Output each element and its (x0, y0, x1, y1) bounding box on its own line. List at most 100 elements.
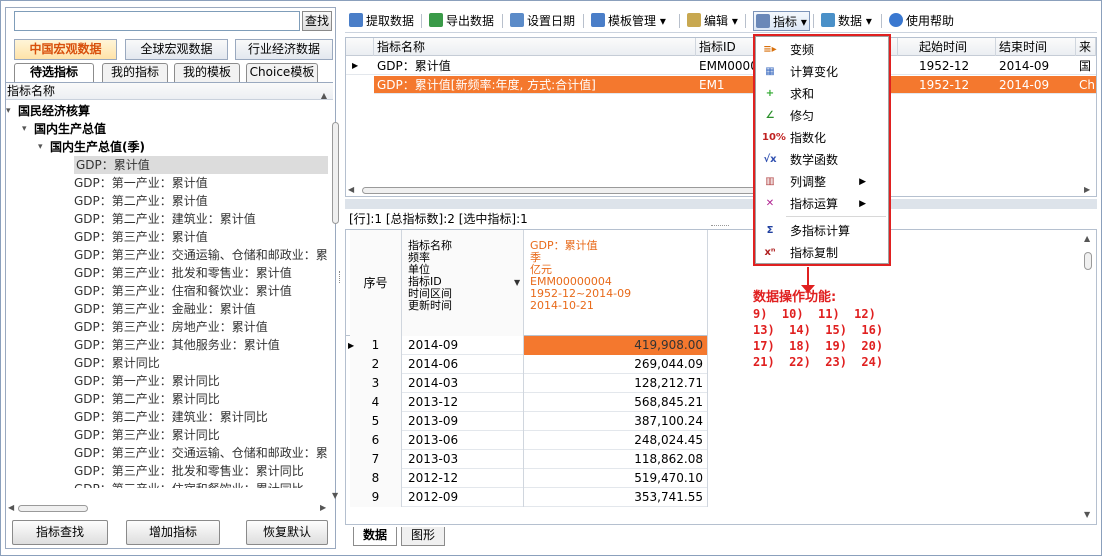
col-sequence[interactable]: 序号 (350, 230, 402, 336)
tree-leaf-node[interactable]: GDP：第三产业：住宿和餐饮业：累计同比 (74, 480, 304, 488)
edit-button[interactable]: 编辑 ▾ (687, 11, 738, 31)
scroll-right-icon[interactable]: ▶ (320, 503, 326, 512)
template-manage-button[interactable]: 模板管理 ▾ (591, 11, 666, 31)
expand-toggle-icon[interactable]: ▾ (22, 124, 27, 134)
scroll-down-icon[interactable]: ▼ (1084, 510, 1090, 519)
table-row[interactable]: 9 2012-09 353,741.55 (350, 488, 708, 507)
table-row[interactable]: 6 2013-06 248,024.45 (350, 431, 708, 450)
cell-value[interactable]: 387,100.24 (524, 412, 708, 431)
tab-industry-economy[interactable]: 行业经济数据 (235, 39, 333, 60)
set-date-button[interactable]: 设置日期 (510, 11, 575, 31)
expand-toggle-icon[interactable]: ▾ (38, 142, 43, 152)
panel-splitter[interactable] (339, 271, 342, 283)
table-row[interactable]: 7 2013-03 118,862.08 (350, 450, 708, 469)
tree-leaf-node[interactable]: GDP：第三产业：交通运输、仓储和邮政业：累 (74, 246, 328, 264)
tab-china-macro[interactable]: 中国宏观数据 (14, 39, 117, 60)
menu-item[interactable]: ∠ 修匀 (756, 105, 888, 127)
tree-vertical-scrollbar[interactable]: ▼ (331, 100, 340, 500)
search-input[interactable] (14, 11, 300, 31)
menu-item[interactable]: ▥ 列调整 ▶ (756, 171, 888, 193)
menu-item[interactable]: Σ 多指标计算 (756, 220, 888, 242)
tree-leaf-node[interactable]: GDP：第一产业：累计同比 (74, 372, 220, 390)
tree-leaf-node[interactable]: GDP：第三产业：批发和零售业：累计同比 (74, 462, 304, 480)
cell-value[interactable]: 519,470.10 (524, 469, 708, 488)
tree-leaf-node[interactable]: GDP：第三产业：其他服务业：累计值 (74, 336, 280, 354)
header-values[interactable]: GDP：累计值季亿元 EMM00000004 1952-12~2014-09 2014… (524, 230, 708, 336)
menu-item[interactable]: + 求和 (756, 83, 888, 105)
tree-leaf-node[interactable]: GDP：第二产业：累计值 (74, 192, 208, 210)
scroll-left-icon[interactable]: ◀ (348, 185, 354, 194)
scroll-down-icon[interactable]: ▼ (332, 491, 338, 500)
restore-default-button[interactable]: 恢复默认 (246, 520, 328, 545)
col-source[interactable]: 来 (1076, 38, 1096, 56)
table-row[interactable]: 8 2012-12 519,470.10 (350, 469, 708, 488)
menu-item[interactable]: 10% 指数化 (756, 127, 888, 149)
table-row-selected[interactable]: GDP：累计值[新频率:年度, 方式:合计值] EM1 元 1952-12 20… (374, 76, 1096, 94)
table-row[interactable]: 5 2013-09 387,100.24 (350, 412, 708, 431)
cell-value[interactable]: 118,862.08 (524, 450, 708, 469)
annotation-line: 9) 10) 11) 12) (753, 307, 876, 321)
table-row[interactable]: ▶ GDP：累计值 EMM0000 元 1952-12 2014-09 国 (346, 57, 1096, 75)
tree-leaf-node[interactable]: GDP：第三产业：交通运输、仓储和邮政业：累 (74, 444, 328, 462)
data-menu-button[interactable]: 数据 ▾ (821, 11, 872, 31)
expand-toggle-icon[interactable]: ▾ (6, 106, 11, 116)
scrollbar-thumb[interactable] (1084, 252, 1092, 270)
cell-value[interactable]: 568,845.21 (524, 393, 708, 412)
tree-leaf-node[interactable]: GDP：第三产业：金融业：累计值 (74, 300, 256, 318)
tree-leaf-node[interactable]: GDP：第三产业：批发和零售业：累计值 (74, 264, 292, 282)
table-row[interactable]: 1 2014-09 419,908.00 ▶ (348, 336, 708, 355)
tree-leaf-node[interactable]: GDP：第一产业：累计值 (74, 174, 208, 192)
search-button[interactable]: 查找 (302, 11, 332, 31)
table-row[interactable]: 3 2014-03 128,212.71 (350, 374, 708, 393)
cell-value[interactable]: 419,908.00 (524, 336, 708, 355)
tree-leaf-node[interactable]: GDP：累计值 (74, 156, 328, 174)
menu-item[interactable]: √x 数学函数 (756, 149, 888, 171)
table-row[interactable]: 4 2013-12 568,845.21 (350, 393, 708, 412)
col-end-time[interactable]: 结束时间 (996, 38, 1076, 56)
tab-my-templates[interactable]: 我的模板 (174, 63, 240, 82)
tree-leaf-node[interactable]: GDP：第三产业：住宿和餐饮业：累计值 (74, 282, 292, 300)
col-indicator-name[interactable]: 指标名称 (374, 38, 696, 56)
cell-value[interactable]: 128,212.71 (524, 374, 708, 393)
tree-leaf-node[interactable]: GDP：第三产业：累计值 (74, 228, 208, 246)
find-indicator-button[interactable]: 指标查找 (12, 520, 108, 545)
menu-item[interactable]: xⁿ 指标复制 (756, 242, 888, 264)
scroll-up-icon[interactable]: ▲ (1084, 234, 1090, 243)
menu-item[interactable]: ≡▸ 变频 (756, 39, 888, 61)
indicator-menu-button[interactable]: 指标 ▾ (753, 11, 810, 31)
tab-my-indicators[interactable]: 我的指标 (102, 63, 168, 82)
tree-group-node[interactable]: 国内生产总值 (34, 120, 106, 138)
export-data-button[interactable]: 导出数据 (429, 11, 494, 31)
table-row[interactable]: 2 2014-06 269,044.09 (350, 355, 708, 374)
tree-horizontal-scrollbar[interactable]: ◀ ▶ (8, 502, 332, 514)
tab-chart[interactable]: 图形 (401, 527, 445, 546)
tree-leaf-node[interactable]: GDP：第二产业：建筑业：累计值 (74, 210, 256, 228)
menu-item[interactable]: ▦ 计算变化 (756, 61, 888, 83)
tab-candidate-indicators[interactable]: 待选指标 (14, 63, 94, 83)
add-indicator-button[interactable]: 增加指标 (126, 520, 220, 545)
cell-value[interactable]: 269,044.09 (524, 355, 708, 374)
tree-leaf-node[interactable]: GDP：第二产业：建筑业：累计同比 (74, 408, 268, 426)
tree-leaf-node[interactable]: GDP：第二产业：累计同比 (74, 390, 220, 408)
tab-data[interactable]: 数据 (353, 527, 397, 546)
help-button[interactable]: 使用帮助 (889, 11, 954, 31)
dropdown-arrow-icon[interactable]: ▼ (514, 278, 520, 287)
col-start-time[interactable]: 起始时间 (916, 38, 996, 56)
scrollbar-thumb[interactable] (18, 505, 88, 512)
scroll-right-icon[interactable]: ▶ (1084, 185, 1090, 194)
tree-leaf-node[interactable]: GDP：累计同比 (74, 354, 160, 372)
extract-data-button[interactable]: 提取数据 (349, 11, 414, 31)
tab-global-macro[interactable]: 全球宏观数据 (125, 39, 228, 60)
scrollbar-thumb[interactable] (332, 122, 339, 224)
tree-group-node[interactable]: 国民经济核算 (18, 102, 90, 120)
menu-item[interactable]: ✕ 指标运算 ▶ (756, 193, 888, 215)
cell-value[interactable]: 353,741.55 (524, 488, 708, 507)
scroll-left-icon[interactable]: ◀ (8, 503, 14, 512)
tree-group-node[interactable]: 国内生产总值(季) (50, 138, 145, 156)
cell-value[interactable]: 248,024.45 (524, 431, 708, 450)
tab-choice-templates[interactable]: Choice模板 (246, 63, 318, 82)
grid-horizontal-scrollbar[interactable]: ◀ ▶ (348, 185, 1090, 196)
tree-leaf-node[interactable]: GDP：第三产业：房地产业：累计值 (74, 318, 268, 336)
tree-leaf-node[interactable]: GDP：第三产业：累计同比 (74, 426, 220, 444)
data-grid-scrollbar[interactable]: ▲ ▼ (1084, 234, 1094, 522)
